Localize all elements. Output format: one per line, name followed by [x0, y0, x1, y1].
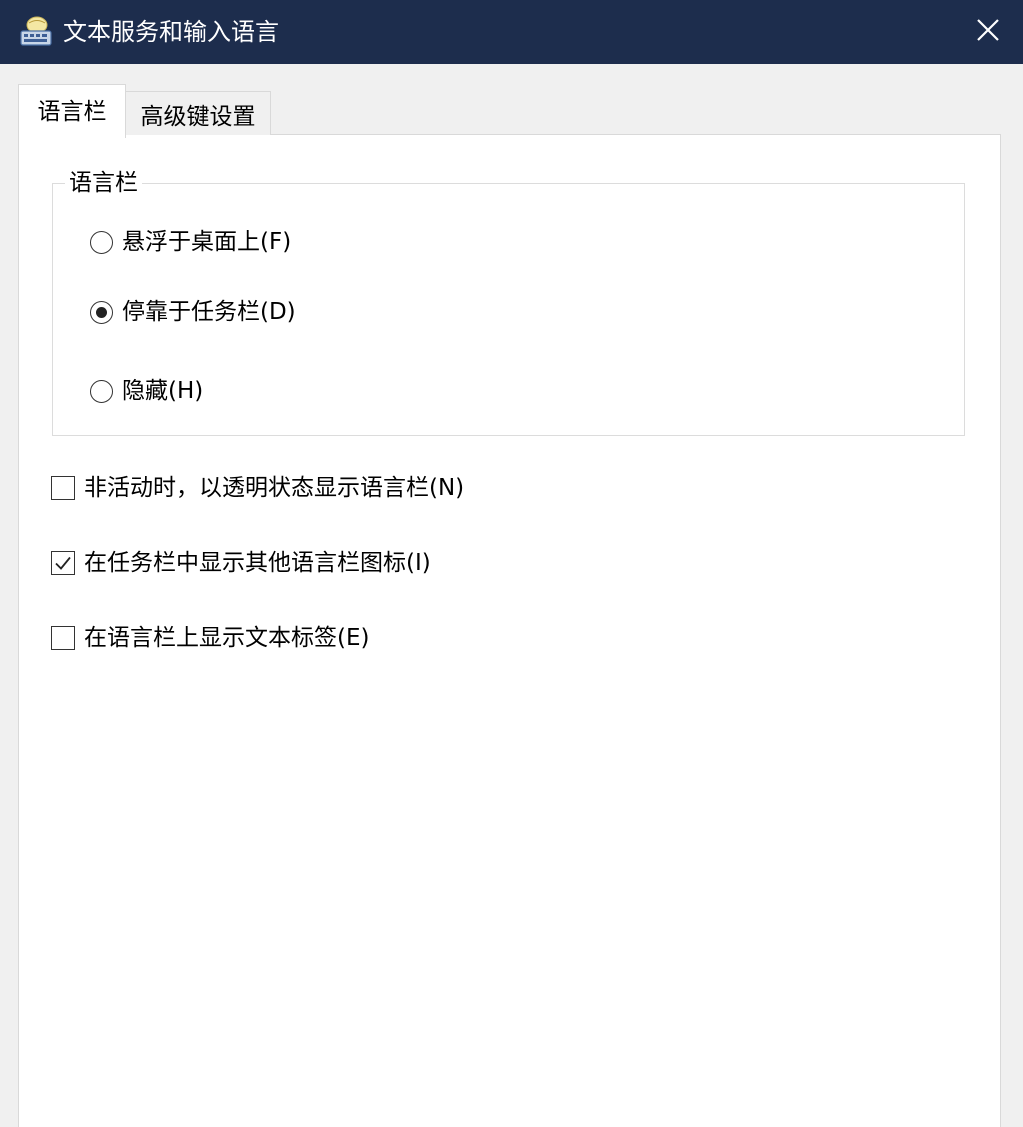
checkbox-show-text-labels[interactable]: 在语言栏上显示文本标签(E) — [51, 622, 369, 654]
radio-button-selected[interactable] — [90, 300, 113, 324]
checkbox-label: 在语言栏上显示文本标签(E) — [84, 625, 370, 651]
checkbox[interactable] — [51, 626, 75, 650]
checkbox[interactable] — [51, 476, 75, 500]
tab-advanced-key-settings[interactable]: 高级键设置 — [125, 91, 271, 135]
close-icon — [977, 19, 999, 45]
checkbox-checked[interactable] — [51, 551, 75, 575]
dialog-window: 文本服务和输入语言 语言栏 高级键设置 语言栏 悬浮于桌面上(F) 停靠于任务栏… — [0, 0, 1023, 1127]
radio-hidden[interactable]: 隐藏(H) — [90, 375, 203, 407]
dialog-client-area: 语言栏 高级键设置 语言栏 悬浮于桌面上(F) 停靠于任务栏(D) 隐藏(H) — [0, 64, 1023, 1127]
window-title: 文本服务和输入语言 — [63, 18, 279, 46]
radio-label: 停靠于任务栏(D) — [122, 299, 296, 325]
radio-dock-in-taskbar[interactable]: 停靠于任务栏(D) — [90, 296, 296, 328]
group-title: 语言栏 — [65, 167, 142, 199]
checkbox-label: 非活动时，以透明状态显示语言栏(N) — [84, 475, 465, 501]
tab-language-bar[interactable]: 语言栏 — [18, 84, 126, 138]
close-button[interactable] — [953, 0, 1023, 64]
radio-float-on-desktop[interactable]: 悬浮于桌面上(F) — [90, 226, 291, 258]
radio-label: 悬浮于桌面上(F) — [122, 229, 292, 255]
checkbox-label: 在任务栏中显示其他语言栏图标(I) — [84, 550, 431, 576]
tab-panel-language-bar: 语言栏 悬浮于桌面上(F) 停靠于任务栏(D) 隐藏(H) 非活动时，以透明状态… — [18, 134, 1001, 1127]
radio-label: 隐藏(H) — [122, 378, 204, 404]
keyboard-globe-icon — [18, 14, 54, 50]
checkbox-show-extra-icons-in-taskbar[interactable]: 在任务栏中显示其他语言栏图标(I) — [51, 547, 431, 579]
radio-button[interactable] — [90, 379, 113, 403]
checkmark-icon — [55, 556, 71, 570]
language-bar-groupbox: 语言栏 悬浮于桌面上(F) 停靠于任务栏(D) 隐藏(H) — [52, 167, 965, 436]
title-bar[interactable]: 文本服务和输入语言 — [0, 0, 1023, 64]
checkbox-transparent-when-inactive[interactable]: 非活动时，以透明状态显示语言栏(N) — [51, 472, 464, 504]
radio-button[interactable] — [90, 230, 113, 254]
